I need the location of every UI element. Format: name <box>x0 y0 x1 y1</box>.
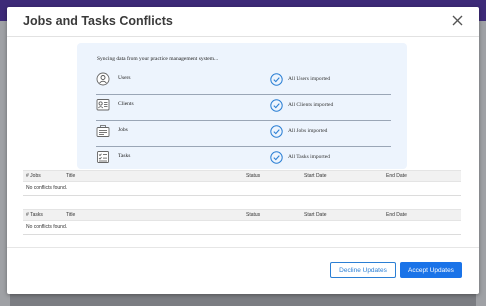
close-icon[interactable] <box>452 15 463 26</box>
column-header: Status <box>246 212 261 218</box>
tasks-icon <box>97 151 109 163</box>
check-circle-icon <box>270 151 283 164</box>
column-header: Title <box>66 173 76 179</box>
empty-message: No conflicts found. <box>26 185 68 191</box>
decline-updates-button[interactable]: Decline Updates <box>330 262 396 278</box>
jobs-icon <box>96 125 110 137</box>
sync-item-status: All Clients imported <box>288 102 334 108</box>
sync-item-jobs: Jobs All Jobs imported <box>96 122 391 147</box>
check-circle-icon <box>270 125 283 138</box>
column-header: # Tasks <box>26 212 43 218</box>
sync-item-label: Jobs <box>118 127 128 133</box>
tasks-conflicts-table: # Tasks Title Status Start Date End Date… <box>23 209 461 235</box>
column-header: Title <box>66 212 76 218</box>
check-circle-icon <box>270 99 283 112</box>
empty-message: No conflicts found. <box>26 224 68 230</box>
column-header: End Date <box>386 173 407 179</box>
conflicts-modal: Jobs and Tasks Conflicts Syncing data fr… <box>7 7 479 294</box>
sync-item-label: Users <box>118 75 131 81</box>
accept-updates-button[interactable]: Accept Updates <box>400 262 462 278</box>
table-row: No conflicts found. <box>23 182 461 195</box>
footer-divider <box>7 247 479 248</box>
clients-icon <box>96 99 110 111</box>
modal-header: Jobs and Tasks Conflicts <box>7 7 479 37</box>
sync-item-label: Clients <box>118 101 134 107</box>
sync-item-status: All Jobs imported <box>288 128 328 134</box>
table-header: # Tasks Title Status Start Date End Date <box>23 209 461 221</box>
sync-heading: Syncing data from your practice manageme… <box>97 56 219 62</box>
modal-title: Jobs and Tasks Conflicts <box>23 14 173 28</box>
column-header: Start Date <box>304 173 327 179</box>
sync-item-status: All Users imported <box>288 76 331 82</box>
sync-status-panel: Syncing data from your practice manageme… <box>77 43 407 169</box>
sync-item-users: Users All Users imported <box>96 70 391 95</box>
users-icon <box>96 72 110 86</box>
column-header: # Jobs <box>26 173 41 179</box>
sync-item-status: All Tasks imported <box>288 154 330 160</box>
sync-item-label: Tasks <box>118 153 131 159</box>
sync-item-clients: Clients All Clients imported <box>96 96 391 121</box>
column-header: End Date <box>386 212 407 218</box>
column-header: Start Date <box>304 212 327 218</box>
table-row: No conflicts found. <box>23 221 461 234</box>
column-header: Status <box>246 173 261 179</box>
check-circle-icon <box>270 73 283 86</box>
jobs-conflicts-table: # Jobs Title Status Start Date End Date … <box>23 170 461 196</box>
table-header: # Jobs Title Status Start Date End Date <box>23 170 461 182</box>
